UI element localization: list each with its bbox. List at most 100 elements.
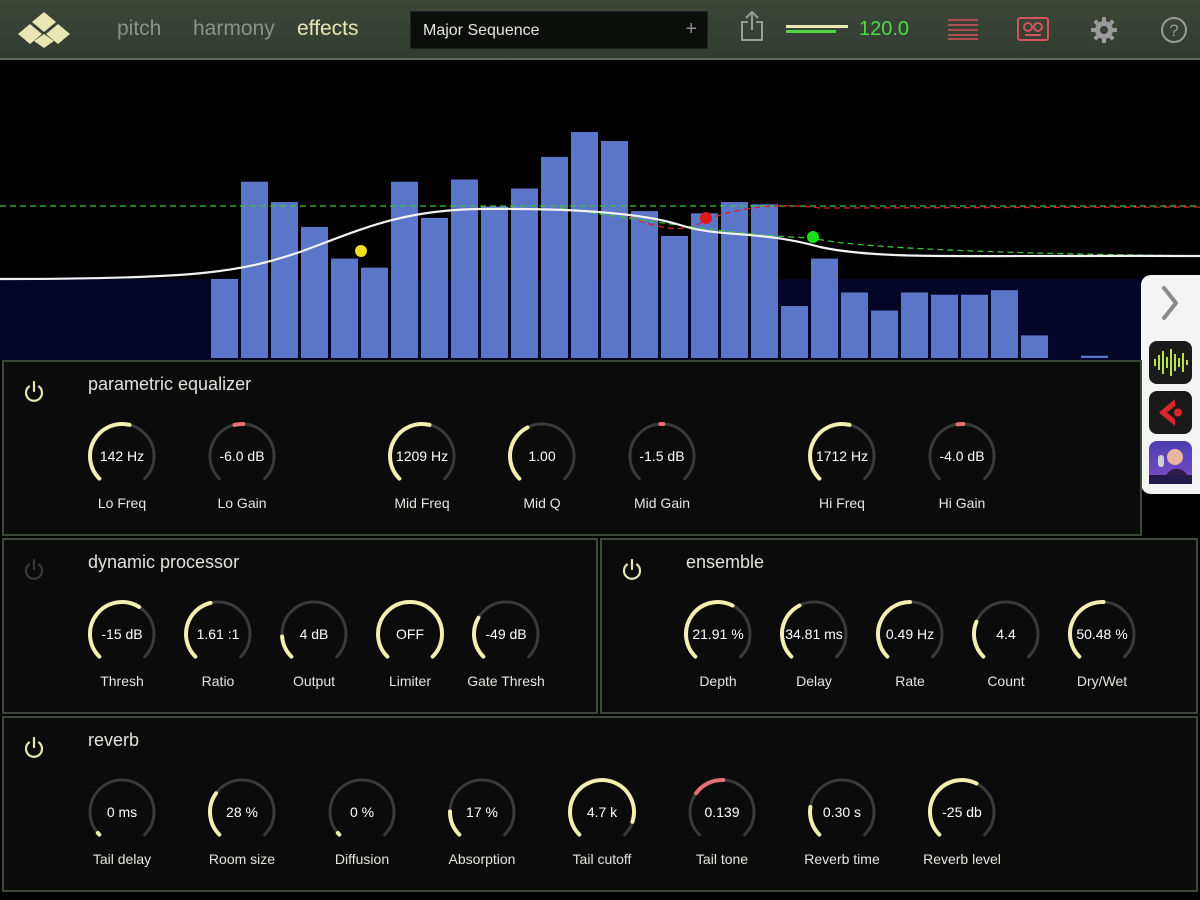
- dyn-knob-gate-thresh[interactable]: -49 dB Gate Thresh: [466, 598, 546, 708]
- knob-value: 17 %: [466, 804, 498, 820]
- spectrum-bar: [631, 211, 658, 358]
- waveform-app-icon[interactable]: [1149, 341, 1192, 384]
- knob-value: 4.4: [996, 626, 1016, 642]
- spectrum-bar: [691, 213, 718, 358]
- knob-value: 0.49 Hz: [885, 626, 935, 642]
- ensemble-panel: ensemble 21.91 % Depth 34.81 ms Delay 0.49 H…: [600, 538, 1198, 714]
- reverb-knob-reverb-level[interactable]: -25 db Reverb level: [922, 776, 1002, 886]
- spectrum-graph[interactable]: [0, 60, 1200, 360]
- knob-label: Mid Freq: [394, 495, 450, 511]
- eq-title: parametric equalizer: [88, 374, 252, 394]
- knob-label: Absorption: [448, 851, 516, 867]
- dynamics-power-icon[interactable]: [22, 558, 46, 582]
- ens-knob-rate[interactable]: 0.49 Hz Rate: [870, 598, 950, 708]
- knob-value: -4.0 dB: [939, 448, 985, 464]
- knob-value: 4.7 k: [586, 804, 618, 820]
- spectrum-bar: [841, 292, 868, 358]
- knob-value: 1.00: [528, 448, 556, 464]
- knob-value: 1712 Hz: [815, 448, 869, 464]
- eq-panel: parametric equalizer 142 Hz Lo Freq -6.0 d…: [2, 360, 1142, 536]
- eq-mid-handle[interactable]: [700, 212, 712, 224]
- knob-value: 0 ms: [106, 804, 138, 820]
- knob-label: Room size: [208, 851, 276, 867]
- spectrum-bar: [901, 292, 928, 358]
- eq-knob-hi-freq[interactable]: 1712 Hz Hi Freq: [802, 420, 882, 530]
- reverb-knob-diffusion[interactable]: 0 % Diffusion: [322, 776, 402, 886]
- knob-value: -6.0 dB: [219, 448, 265, 464]
- eq-knob-mid-freq[interactable]: 1209 Hz Mid Freq: [382, 420, 462, 530]
- knob-value: -15 dB: [101, 626, 143, 642]
- reverb-power-icon[interactable]: [22, 736, 46, 760]
- cubasis-app-icon[interactable]: [1149, 391, 1192, 434]
- knob-value: 21.91 %: [692, 626, 744, 642]
- reverb-knob-tail-cutoff[interactable]: 4.7 k Tail cutoff: [562, 776, 642, 886]
- knob-label: Hi Gain: [938, 495, 986, 511]
- eq-power-icon[interactable]: [22, 380, 46, 404]
- reverb-knob-tail-delay[interactable]: 0 ms Tail delay: [82, 776, 162, 886]
- knob-value: 0 %: [349, 804, 375, 820]
- share-icon[interactable]: [740, 10, 764, 42]
- tempo-value[interactable]: 120.0: [859, 18, 909, 41]
- spectrum-bar: [661, 235, 688, 358]
- spectrum-bar: [751, 204, 778, 358]
- knob-label: Lo Gain: [217, 495, 267, 511]
- ens-knob-dry-wet[interactable]: 50.48 % Dry/Wet: [1062, 598, 1142, 708]
- dyn-knob-ratio[interactable]: 1.61 :1 Ratio: [178, 598, 258, 708]
- svg-text:?: ?: [1169, 21, 1178, 40]
- knob-label: Reverb time: [804, 851, 880, 867]
- spectrum-display[interactable]: [0, 60, 1200, 360]
- chevron-right-icon[interactable]: [1160, 285, 1180, 321]
- knob-value: 50.48 %: [1076, 626, 1128, 642]
- eq-lo-handle[interactable]: [355, 245, 367, 257]
- spectrum-bar: [871, 310, 898, 358]
- tab-effects[interactable]: effects: [297, 17, 358, 41]
- knob-value: 1209 Hz: [395, 448, 449, 464]
- ens-knob-count[interactable]: 4.4 Count: [966, 598, 1046, 708]
- spectrum-bar: [1081, 355, 1108, 358]
- eq-knob-lo-gain[interactable]: -6.0 dB Lo Gain: [202, 420, 282, 530]
- knob-value: 142 Hz: [99, 448, 145, 464]
- eq-knob-mid-gain[interactable]: -1.5 dB Mid Gain: [622, 420, 702, 530]
- reverb-knob-room-size[interactable]: 28 % Room size: [202, 776, 282, 886]
- spectrum-bar: [991, 290, 1018, 358]
- spectrum-bar: [421, 217, 448, 358]
- knob-label: Dry/Wet: [1076, 673, 1128, 689]
- eq-hi-handle[interactable]: [807, 231, 819, 243]
- reverb-knob-absorption[interactable]: 17 % Absorption: [442, 776, 522, 886]
- menu-lines-icon[interactable]: [948, 18, 978, 40]
- spectrum-bar: [601, 141, 628, 358]
- knob-label: Mid Q: [523, 495, 561, 511]
- knob-value: 4 dB: [299, 626, 329, 642]
- reverb-knob-reverb-time[interactable]: 0.30 s Reverb time: [802, 776, 882, 886]
- spectrum-bar: [781, 306, 808, 358]
- vocalive-app-icon[interactable]: [1149, 441, 1192, 484]
- spectrum-floor: [0, 279, 1200, 360]
- dyn-knob-limiter[interactable]: OFF Limiter: [370, 598, 450, 708]
- eq-knob-mid-q[interactable]: 1.00 Mid Q: [502, 420, 582, 530]
- tempo-meter-icon: [786, 25, 848, 33]
- ensemble-power-icon[interactable]: [620, 558, 644, 582]
- knob-value: 28 %: [226, 804, 258, 820]
- spectrum-bar: [391, 181, 418, 358]
- eq-knob-lo-freq[interactable]: 142 Hz Lo Freq: [82, 420, 162, 530]
- tab-pitch[interactable]: pitch: [117, 17, 161, 41]
- eq-knob-hi-gain[interactable]: -4.0 dB Hi Gain: [922, 420, 1002, 530]
- preset-selector[interactable]: Major Sequence +: [410, 11, 708, 49]
- app-logo-icon[interactable]: [16, 10, 72, 50]
- add-preset-button[interactable]: +: [685, 18, 697, 41]
- knob-label: Tail tone: [695, 851, 749, 867]
- help-icon[interactable]: ?: [1160, 16, 1188, 44]
- tape-icon[interactable]: [1017, 14, 1049, 42]
- knob-label: Mid Gain: [633, 495, 691, 511]
- ens-knob-delay[interactable]: 34.81 ms Delay: [774, 598, 854, 708]
- spectrum-bar: [541, 156, 568, 358]
- tab-harmony[interactable]: harmony: [193, 17, 275, 41]
- spectrum-bar: [511, 188, 538, 358]
- dynamics-title: dynamic processor: [88, 552, 240, 572]
- dyn-knob-thresh[interactable]: -15 dB Thresh: [82, 598, 162, 708]
- knob-label: Gate Thresh: [467, 673, 545, 689]
- dyn-knob-output[interactable]: 4 dB Output: [274, 598, 354, 708]
- ens-knob-depth[interactable]: 21.91 % Depth: [678, 598, 758, 708]
- gear-icon[interactable]: [1090, 16, 1118, 44]
- reverb-knob-tail-tone[interactable]: 0.139 Tail tone: [682, 776, 762, 886]
